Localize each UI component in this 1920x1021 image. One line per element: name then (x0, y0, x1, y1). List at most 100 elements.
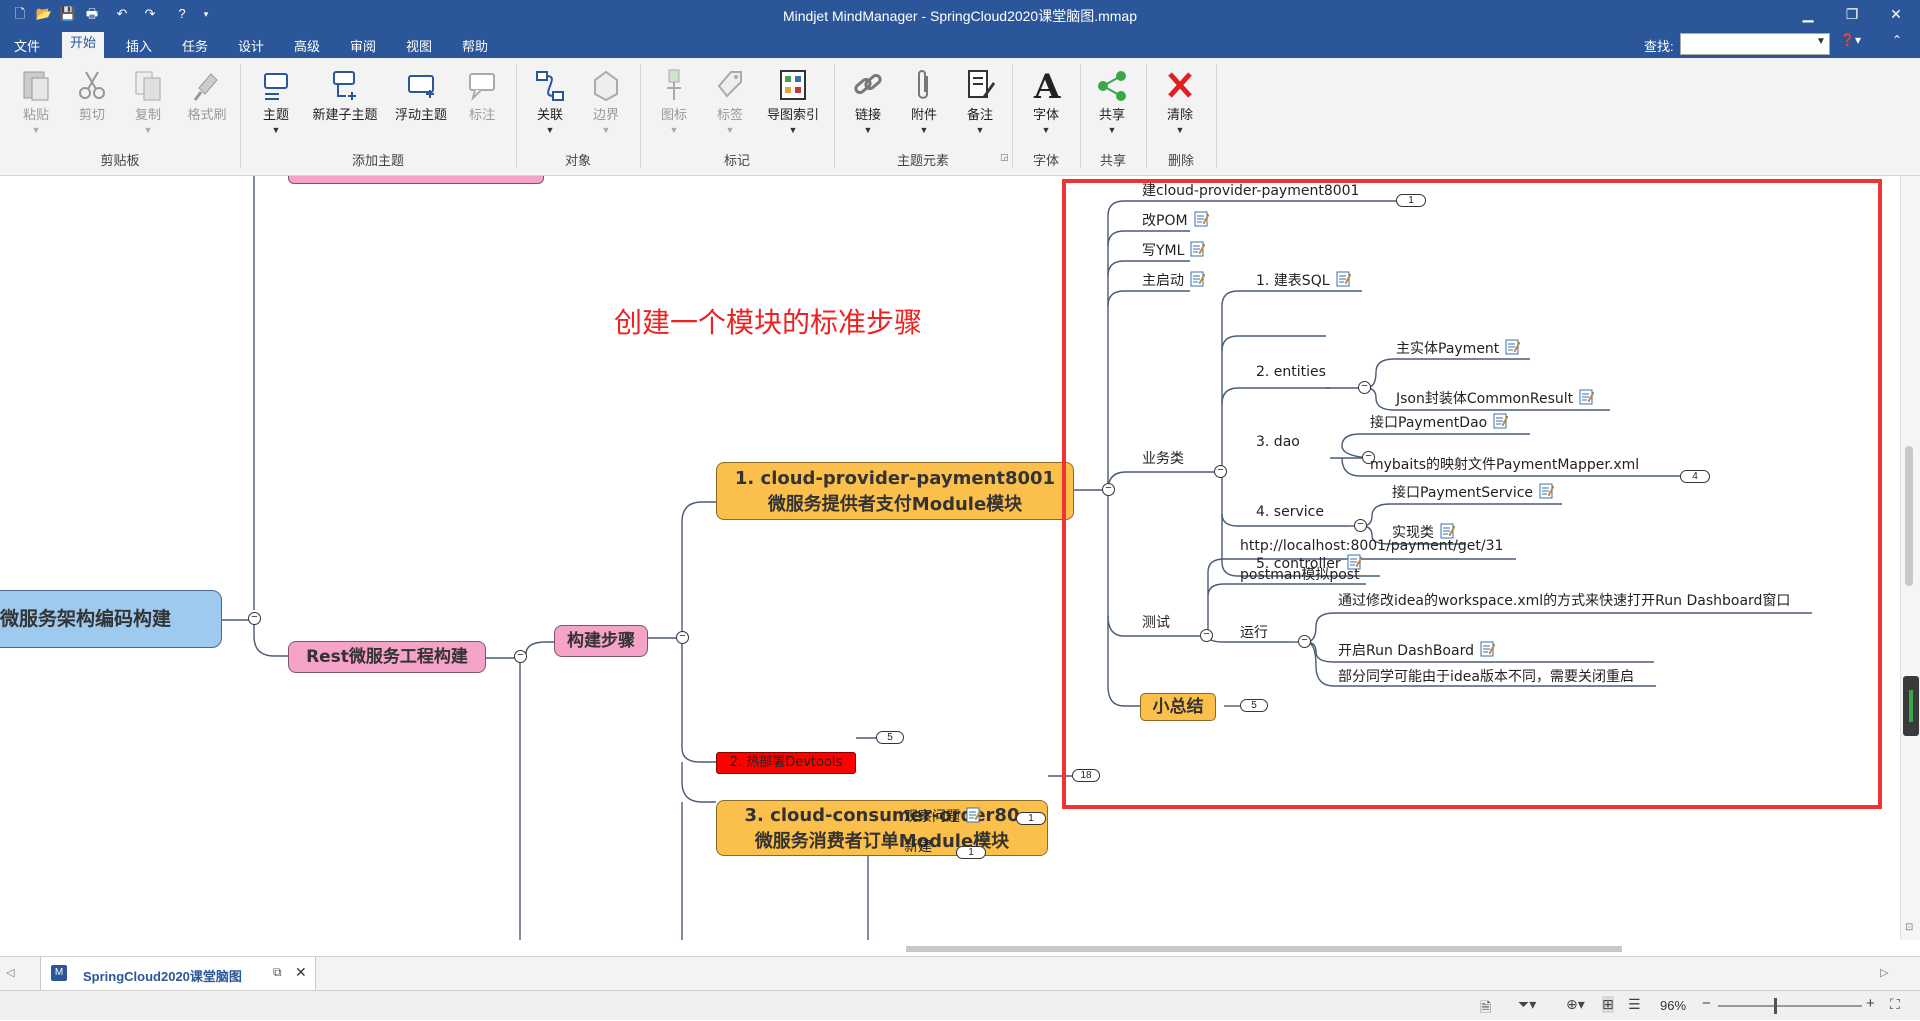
filter-icon[interactable]: ⏷▾ (1518, 996, 1536, 1013)
test-url-subtopic[interactable]: http://localhost:8001/payment/get/31 (1240, 538, 1503, 554)
new-subtopic-button[interactable]: 新建子主题 (308, 66, 382, 123)
collapse-toggle[interactable]: − (1298, 635, 1311, 648)
icon-marker-button[interactable]: 图标 ▼ (656, 66, 692, 135)
steps-topic[interactable]: 构建步骤 (554, 625, 648, 657)
payment-entity-subtopic[interactable]: 主实体Payment (1396, 338, 1520, 358)
clear-button[interactable]: 清除 ▼ (1162, 66, 1198, 135)
rest-topic[interactable]: Rest微服务工程构建 (288, 641, 486, 673)
run-subtopic[interactable]: 运行 (1240, 622, 1268, 642)
note-icon[interactable] (1505, 339, 1520, 355)
sql-subtopic[interactable]: 1. 建表SQL (1256, 270, 1351, 290)
callout-button[interactable]: 标注 (464, 66, 500, 123)
children-count-badge[interactable]: 5 (1240, 699, 1268, 712)
restore-tab-icon[interactable]: ⧉ (273, 965, 282, 980)
collapse-ribbon-icon[interactable]: ⌃ (1892, 33, 1902, 47)
note-icon[interactable] (1194, 211, 1209, 227)
note-icon[interactable] (1480, 641, 1495, 657)
children-count-badge[interactable]: 1 (1016, 812, 1046, 825)
postman-subtopic[interactable]: postman模拟post (1240, 564, 1360, 584)
boundary-button[interactable]: 边界 ▼ (588, 66, 624, 135)
collapse-toggle[interactable]: − (248, 612, 261, 625)
mapper-xml-subtopic[interactable]: mybaits的映射文件PaymentMapper.xml (1370, 454, 1639, 474)
floating-topic-button[interactable]: 浮动主题 (390, 66, 452, 123)
tab-task[interactable]: 任务 (174, 34, 216, 57)
payment-dao-subtopic[interactable]: 接口PaymentDao (1370, 412, 1508, 432)
vertical-scroll-thumb[interactable] (1905, 446, 1913, 586)
copy-button[interactable]: 复制 ▼ (130, 66, 166, 135)
payment-service-subtopic[interactable]: 接口PaymentService (1392, 482, 1554, 502)
outline-view-icon[interactable]: ☰ (1628, 996, 1641, 1013)
zoom-slider-thumb[interactable] (1774, 998, 1777, 1014)
scroll-left-icon[interactable]: ◁ (6, 966, 14, 979)
run-dashboard-subtopic[interactable]: 开启Run DashBoard (1338, 640, 1495, 660)
relationship-button[interactable]: 关联 ▼ (532, 66, 568, 135)
business-subtopic[interactable]: 业务类 (1142, 448, 1184, 468)
summary-topic[interactable]: 小总结 (1140, 693, 1216, 721)
note-icon[interactable] (1336, 271, 1351, 287)
dialog-launcher-icon[interactable]: ◲ (1000, 152, 1009, 163)
note-icon[interactable] (1579, 389, 1594, 405)
fit-icon[interactable]: ⊡ (1905, 922, 1913, 933)
step3-topic[interactable]: 3. cloud-consumer-order80 微服务消费者订单Module… (716, 800, 1048, 856)
scroll-right-icon[interactable]: ▷ (1880, 966, 1888, 979)
collapse-toggle[interactable]: − (676, 631, 689, 644)
layout-icon[interactable]: 🗎 (1480, 997, 1491, 1021)
tab-home[interactable]: 开始 (62, 32, 105, 58)
collapse-toggle[interactable]: − (1214, 465, 1227, 478)
central-topic[interactable]: 、微服务架构编码构建 (0, 590, 222, 648)
close-tab-icon[interactable]: ✕ (295, 964, 307, 981)
note-icon[interactable] (1190, 241, 1205, 257)
tab-advanced[interactable]: 高级 (286, 34, 328, 57)
map-index-button[interactable]: 导图索引 ▼ (762, 66, 824, 135)
tab-help[interactable]: 帮助 (454, 34, 496, 57)
vertical-scrollbar[interactable]: ⊡ (1900, 176, 1920, 940)
service-subtopic[interactable]: 4. service (1256, 504, 1324, 520)
fit-map-icon[interactable]: ⛶ (1890, 996, 1900, 1013)
map-view-icon[interactable]: ⊞ (1602, 996, 1614, 1013)
zoom-in-icon[interactable]: + (1866, 995, 1875, 1012)
common-result-subtopic[interactable]: Json封装体CommonResult (1396, 388, 1594, 408)
step2-topic[interactable]: 2. 热部署Devtools (716, 752, 856, 774)
collapse-toggle[interactable]: − (514, 650, 527, 663)
note-icon[interactable] (1440, 523, 1455, 539)
side-panel-handle[interactable] (1903, 676, 1919, 736)
collapse-toggle[interactable]: − (1354, 519, 1367, 532)
tab-design[interactable]: 设计 (230, 34, 272, 57)
children-count-badge[interactable]: 4 (1680, 470, 1710, 483)
note-icon[interactable] (1539, 483, 1554, 499)
help-options-icon[interactable]: ❓▾ (1840, 33, 1861, 47)
topic-button[interactable]: 主题 ▼ (258, 66, 294, 135)
restart-note-subtopic[interactable]: 部分同学可能由于idea版本不同，需要关闭重启 (1338, 666, 1634, 686)
find-dropdown-icon[interactable]: ▼ (1816, 36, 1826, 47)
zoom-level[interactable]: 96% (1660, 998, 1686, 1013)
create-module-subtopic[interactable]: 建cloud-provider-payment8001 (1142, 180, 1359, 200)
zoom-out-icon[interactable]: − (1702, 995, 1711, 1012)
tab-review[interactable]: 审阅 (342, 34, 384, 57)
pom-subtopic[interactable]: 改POM (1142, 210, 1209, 230)
paste-button[interactable]: 粘贴 ▼ (18, 66, 54, 135)
note-icon[interactable] (966, 807, 981, 823)
note-icon[interactable] (1190, 271, 1205, 287)
newbuild-subtopic[interactable]: 新建 (904, 836, 932, 856)
restore-icon[interactable]: ❐ (1830, 0, 1874, 28)
tag-button[interactable]: 标签 ▼ (712, 66, 748, 135)
attachment-button[interactable]: 附件 ▼ (906, 66, 942, 135)
tab-view[interactable]: 视图 (398, 34, 440, 57)
focus-icon[interactable]: ⊕▾ (1566, 996, 1585, 1013)
map-canvas[interactable]: 、微服务架构编码构建 − Rest微服务工程构建 − 构建步骤 − 1. clo… (0, 176, 1920, 940)
children-count-badge[interactable]: 1 (1396, 194, 1426, 207)
step1-topic[interactable]: 1. cloud-provider-payment8001 微服务提供者支付Mo… (716, 462, 1074, 520)
minimize-icon[interactable]: ▁ (1786, 0, 1830, 28)
yml-subtopic[interactable]: 写YML (1142, 240, 1205, 260)
children-count-badge[interactable]: 5 (876, 731, 904, 744)
entities-subtopic[interactable]: 2. entities (1256, 364, 1326, 380)
note-icon[interactable] (1493, 413, 1508, 429)
format-painter-button[interactable]: 格式刷 (182, 66, 232, 123)
partial-topic-top[interactable] (288, 176, 544, 184)
collapse-toggle[interactable]: − (1358, 381, 1371, 394)
main-class-subtopic[interactable]: 主启动 (1142, 270, 1205, 290)
font-button[interactable]: A 字体 ▼ (1028, 66, 1064, 135)
tab-file[interactable]: 文件 (6, 34, 48, 57)
observe-subtopic[interactable]: 观察问题 (904, 806, 981, 826)
dao-subtopic[interactable]: 3. dao (1256, 434, 1300, 450)
